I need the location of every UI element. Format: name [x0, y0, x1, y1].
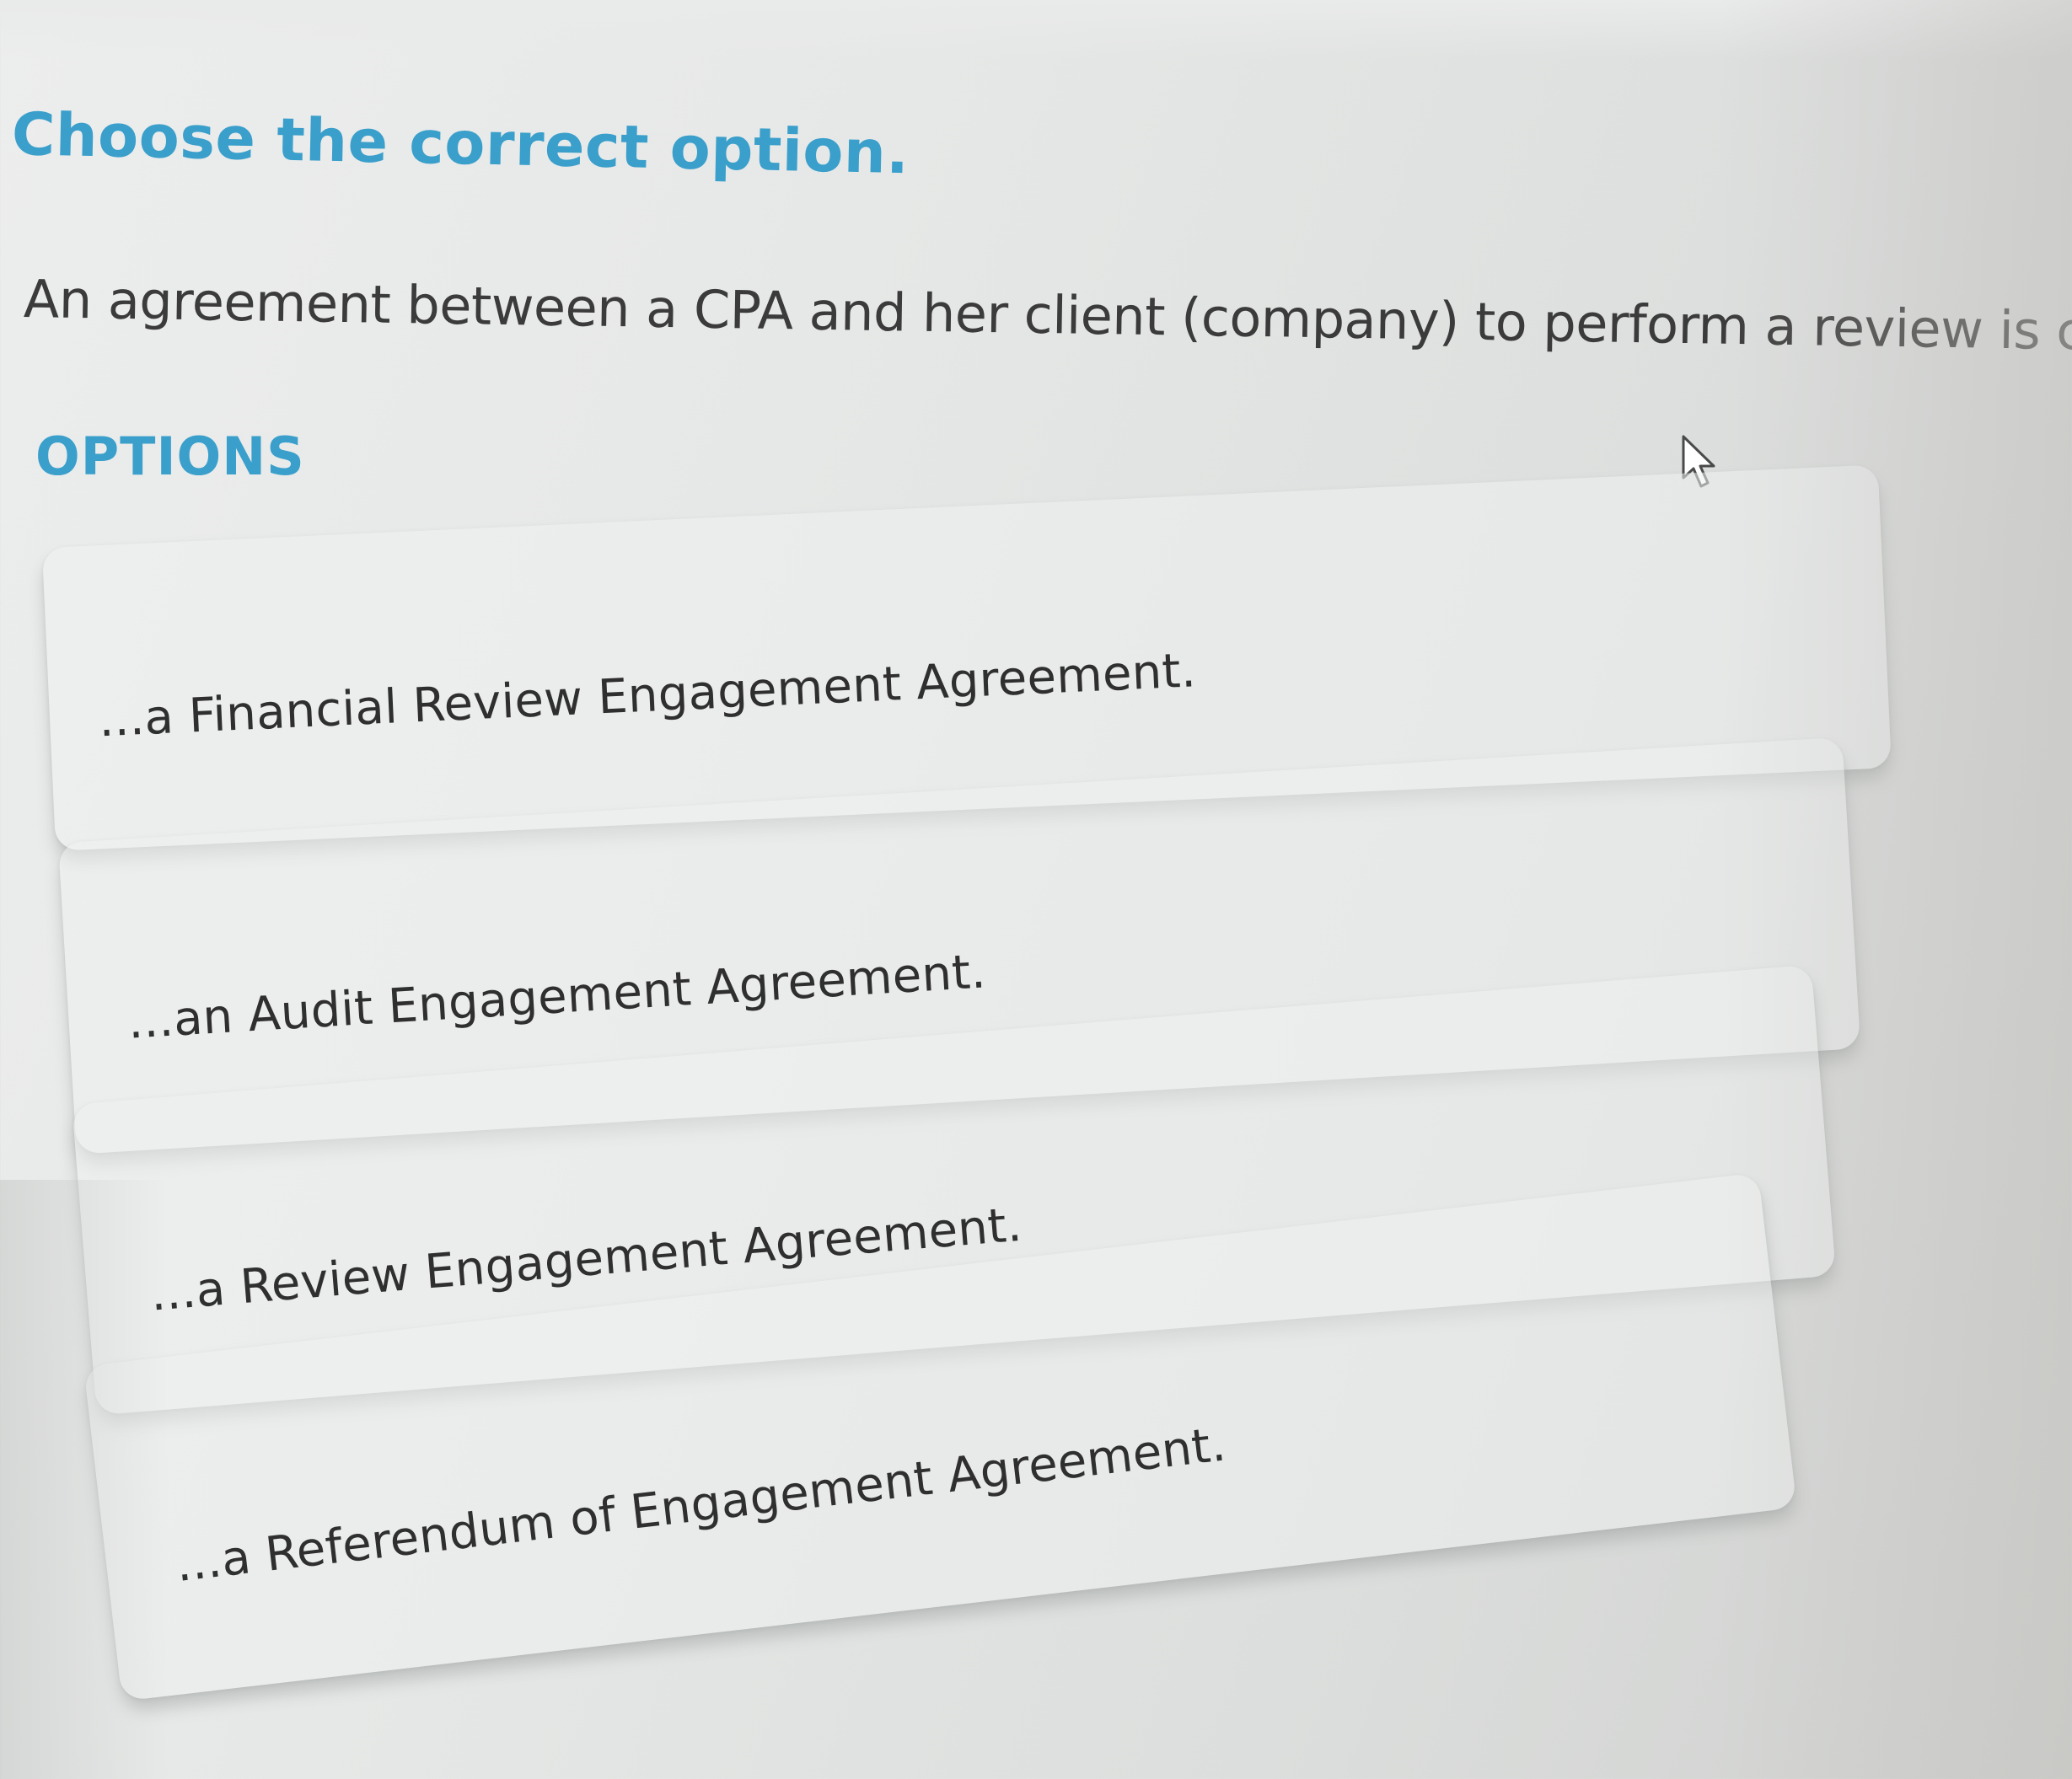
question-text: An agreement between a CPA and her clien… [23, 268, 2072, 365]
option-label: ...a Financial Review Engagement Agreeme… [97, 643, 1198, 748]
option-label: ...a Referendum of Engagement Agreement. [173, 1417, 1229, 1594]
question-page: Choose the correct option. An agreement … [0, 0, 2072, 1779]
option-label: ...an Audit Engagement Agreement. [126, 944, 988, 1050]
screen-top-edge [0, 0, 2072, 59]
instruction-heading: Choose the correct option. [11, 99, 910, 188]
options-label: OPTIONS [35, 426, 305, 487]
